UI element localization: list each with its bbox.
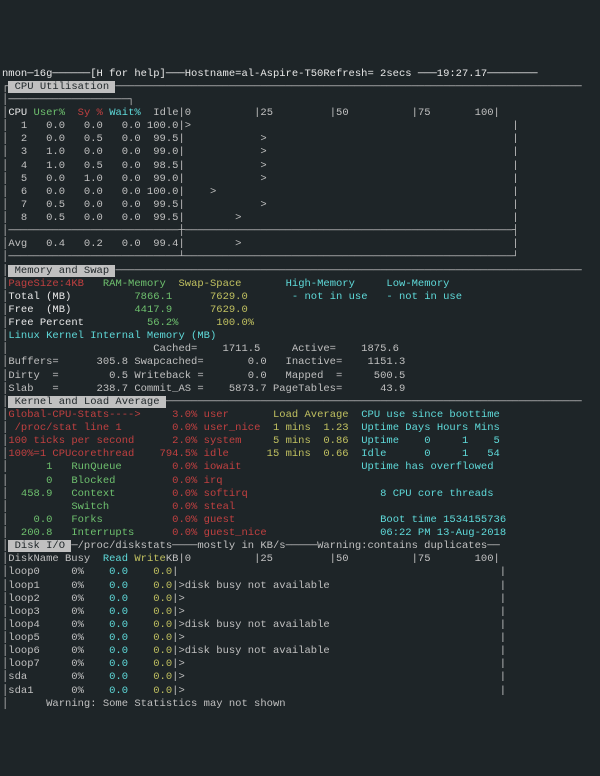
disk-row: |> | <box>172 685 506 697</box>
cpu-row: 2 0.0 0.5 0.0 99.5| > | <box>8 133 518 145</box>
disk-row: |> | <box>172 658 506 670</box>
disk-row: |> | <box>172 606 506 618</box>
cpu-avg: Avg 0.4 0.2 0.0 99.4| > | <box>8 238 518 250</box>
disk-row: |>disk busy not available | <box>172 619 506 631</box>
disk-title: Disk I/O <box>8 540 71 552</box>
disk-row: |>disk busy not available | <box>172 580 506 592</box>
disk-row: | | <box>172 566 506 578</box>
mem-line: Cached= 1711.5 Active= 1875.6 <box>8 343 399 355</box>
cpu-divider: ───────────────────────────┼────────────… <box>8 225 518 237</box>
cpu-row: 6 0.0 0.0 0.0 100.0| > | <box>8 186 518 198</box>
mem-line: Dirty = 0.5 Writeback = 0.0 Mapped = 500… <box>8 370 405 382</box>
cpu-bottom: ───────────────────────────┴────────────… <box>8 251 518 263</box>
cpu-title: CPU Utilisation <box>8 81 115 93</box>
kla-title: Kernel and Load Average <box>8 396 166 408</box>
disk-row: |> | <box>172 671 506 683</box>
disk-row: |>disk busy not available | <box>172 645 506 657</box>
mem-kernel-hdr: Linux Kernel Internal Memory (MB) <box>8 330 216 342</box>
header-line: nmon─16g──────[H for help]───Hostname=al… <box>2 68 538 80</box>
mem-pagesize: PageSize:4KB <box>8 278 84 290</box>
terminal-output: nmon─16g──────[H for help]───Hostname=al… <box>2 55 598 711</box>
cpu-row: 3 1.0 0.0 0.0 99.0| > | <box>8 146 518 158</box>
mem-line: Buffers= 305.8 Swapcached= 0.0 Inactive=… <box>8 356 405 368</box>
cpu-row: 4 1.0 0.5 0.0 98.5| > | <box>8 160 518 172</box>
cpu-div: ───────────────────┐ <box>8 94 134 106</box>
mem-title: Memory and Swap <box>8 265 115 277</box>
disk-warning: Warning: Some Statistics may not shown <box>8 698 285 710</box>
cpu-row: 1 0.0 0.0 0.0 100.0|> | <box>8 120 518 132</box>
mem-line: Slab = 238.7 Commit_AS = 5873.7 PageTabl… <box>8 383 405 395</box>
disk-row: |> | <box>172 593 506 605</box>
cpu-row: 5 0.0 1.0 0.0 99.0| > | <box>8 173 518 185</box>
cpu-row: 7 0.5 0.0 0.0 99.5| > | <box>8 199 518 211</box>
cpu-row: 8 0.5 0.0 0.0 99.5| > | <box>8 212 518 224</box>
disk-row: |> | <box>172 632 506 644</box>
